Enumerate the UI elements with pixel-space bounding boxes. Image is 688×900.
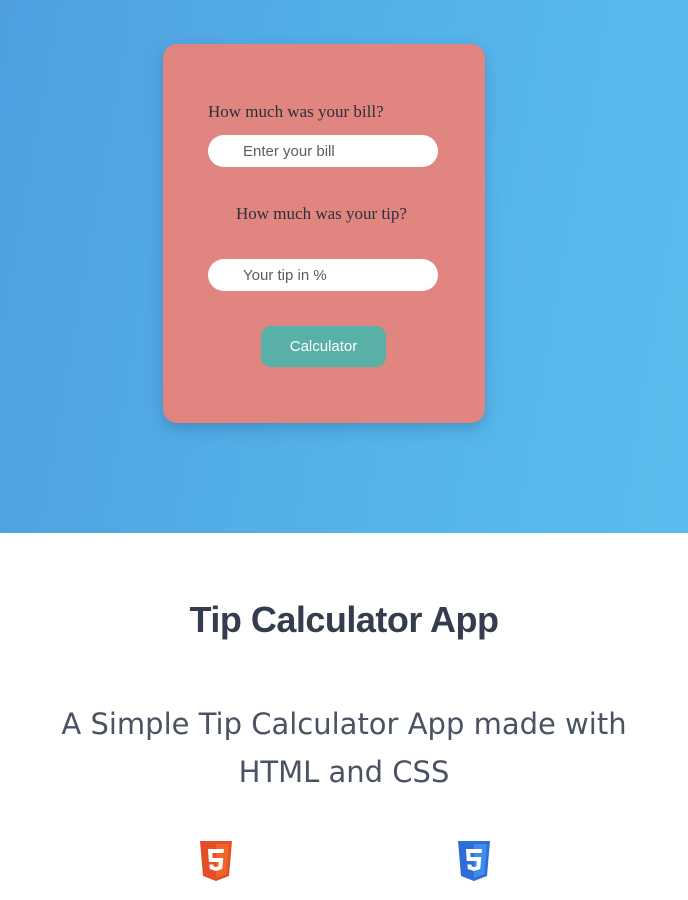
css3-icon — [458, 841, 490, 881]
tip-input[interactable] — [208, 259, 438, 291]
project-title: Tip Calculator App — [189, 599, 499, 640]
calculator-card: How much was your bill? How much was you… — [163, 44, 485, 423]
project-info: Tip Calculator App A Simple Tip Calculat… — [0, 533, 688, 900]
tip-question-label: How much was your tip? — [236, 204, 407, 223]
bill-input[interactable] — [208, 135, 438, 167]
calculator-button[interactable]: Calculator — [261, 326, 386, 367]
project-description: A Simple Tip Calculator App made with HT… — [61, 707, 627, 789]
bill-question-label: How much was your bill? — [208, 102, 384, 121]
preview-banner: How much was your bill? How much was you… — [0, 0, 688, 533]
html5-icon — [200, 841, 232, 881]
